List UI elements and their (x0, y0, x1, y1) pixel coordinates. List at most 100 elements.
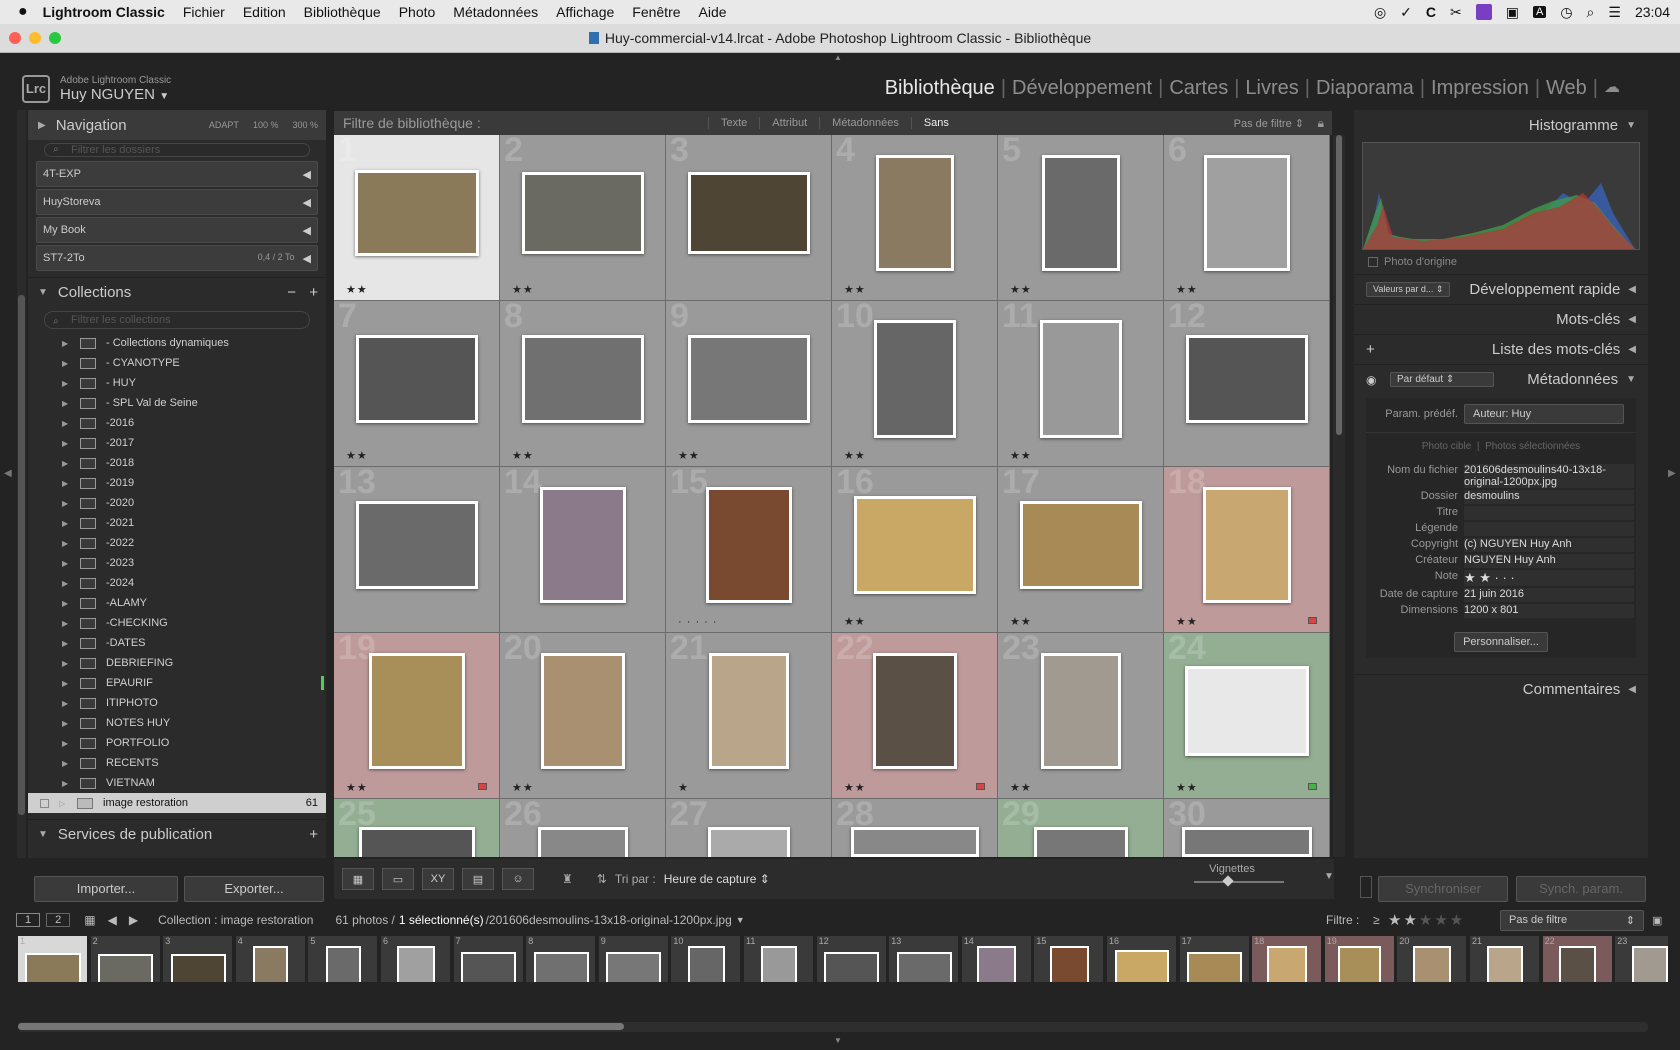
original-photo-toggle[interactable]: Photo d'origine (1368, 256, 1634, 268)
collection-item[interactable]: ▶ EPAURIF (28, 673, 326, 693)
photo-thumbnail[interactable] (541, 653, 625, 769)
expand-triangle-icon[interactable]: ▶ (62, 499, 70, 508)
star-rating[interactable]: ★★ (346, 449, 368, 462)
photo-thumbnail[interactable] (356, 501, 478, 589)
plus-icon[interactable]: + (309, 284, 318, 301)
filmstrip-cell[interactable]: 7★★ (453, 936, 524, 982)
film-thumbnail[interactable] (98, 953, 154, 982)
spotlight-icon[interactable]: ⌕ (1587, 4, 1595, 21)
collection-selected[interactable]: ▷ image restoration 61 (28, 793, 326, 813)
clock[interactable]: 23:04 (1635, 4, 1670, 20)
module-diaporama[interactable]: Diaporama (1310, 77, 1420, 100)
checkbox[interactable] (1368, 257, 1378, 267)
scissors-icon[interactable]: ✂ (1450, 4, 1462, 21)
metadata-value[interactable]: desmoulins (1464, 490, 1634, 504)
expand-triangle-icon[interactable]: ▶ (62, 619, 70, 628)
grid-cell[interactable]: 9 ★★ (666, 301, 832, 467)
green-label-icon[interactable] (1308, 783, 1317, 790)
filmstrip-cell[interactable]: 16★★ (1107, 936, 1177, 982)
quick-develop-header[interactable]: Valeurs par d... ⇕ Développement rapide ◀ (1354, 274, 1648, 304)
grid-cell[interactable]: 24 ★★ (1164, 633, 1330, 799)
filmstrip-cell[interactable]: 15· · · · · (1034, 936, 1105, 982)
filmstrip-cell[interactable]: 12 (816, 936, 887, 982)
keywords-header[interactable]: Mots-clés ◀ (1354, 304, 1648, 334)
collection-item[interactable]: ▶ - HUY (28, 373, 326, 393)
selected-photos[interactable]: Photos sélectionnées (1485, 441, 1580, 452)
photo-thumbnail[interactable] (355, 170, 479, 256)
quick-develop-preset[interactable]: Valeurs par d... ⇕ (1366, 282, 1451, 297)
collection-item[interactable]: ▶ -2024 (28, 573, 326, 593)
grid-scrollbar[interactable] (1333, 135, 1345, 857)
expand-triangle-icon[interactable]: ▶ (62, 679, 70, 688)
collection-item[interactable]: ▶ -CHECKING (28, 613, 326, 633)
menu-photo[interactable]: Photo (390, 4, 445, 20)
collection-item[interactable]: ▶ DEBRIEFING (28, 653, 326, 673)
collections-search-input[interactable]: ⌕ Filtrer les collections (44, 311, 310, 329)
metadata-value[interactable] (1464, 506, 1634, 520)
filter-sans[interactable]: Sans (910, 117, 961, 129)
filmstrip-cell[interactable]: 5★★ (308, 936, 379, 982)
film-thumbnail[interactable] (325, 946, 361, 982)
film-thumbnail[interactable] (1050, 946, 1089, 982)
photo-thumbnail[interactable] (688, 335, 810, 423)
zoom-300[interactable]: 300 % (292, 120, 318, 130)
user-menu[interactable]: Huy NGUYEN ▼ (60, 86, 171, 103)
module-livres[interactable]: Livres (1239, 77, 1304, 100)
film-thumbnail[interactable] (533, 952, 589, 982)
photo-thumbnail[interactable] (359, 827, 475, 857)
menu-aide[interactable]: Aide (690, 4, 736, 20)
photo-thumbnail[interactable] (1042, 155, 1120, 271)
grid-cell[interactable]: 3 (666, 135, 832, 301)
photo-thumbnail[interactable] (1020, 501, 1142, 589)
collection-item[interactable]: ▶ -2022 (28, 533, 326, 553)
grid-cell[interactable]: 18 ★★ (1164, 467, 1330, 633)
film-thumbnail[interactable] (687, 946, 725, 982)
filmstrip-cell[interactable]: 1★★ (18, 936, 88, 982)
filmstrip-cell[interactable]: 21★ (1470, 936, 1540, 982)
star-rating[interactable]: ★★ (1176, 781, 1198, 794)
expand-triangle-icon[interactable]: ▶ (62, 379, 70, 388)
metadata-value[interactable] (1464, 522, 1634, 536)
filmstrip-cell[interactable]: 13 (889, 936, 960, 982)
check-status-icon[interactable]: ✓ (1400, 4, 1412, 21)
grid-cell[interactable]: 4 ★★ (832, 135, 998, 301)
grid-cell[interactable]: 12 (1164, 301, 1330, 467)
collection-item[interactable]: ▶ - SPL Val de Seine (28, 393, 326, 413)
photo-thumbnail[interactable] (522, 335, 644, 423)
grid-cell[interactable]: 28 (832, 799, 998, 857)
star-rating[interactable]: ★★ (1010, 615, 1032, 628)
grid-cell[interactable]: 19 ★★ (334, 633, 500, 799)
photo-thumbnail[interactable] (1203, 487, 1291, 603)
histogram-header[interactable]: Histogramme ▼ (1354, 110, 1648, 140)
plus-icon[interactable]: + (1366, 341, 1375, 358)
expand-triangle-icon[interactable]: ▶ (62, 659, 70, 668)
grid-cell[interactable]: 20 ★★ (500, 633, 666, 799)
bottom-panel-toggle[interactable]: ▼ (834, 1036, 842, 1045)
filmstrip-scrollbar[interactable] (18, 1022, 1648, 1032)
menu-app-name[interactable]: Lightroom Classic (37, 4, 174, 20)
grid-cell[interactable]: 10 ★★ (832, 301, 998, 467)
star-rating[interactable]: ★★ (512, 449, 534, 462)
filmstrip-cell[interactable]: 20★★ (1397, 936, 1468, 982)
star-rating[interactable]: ★★ (346, 283, 368, 296)
toolbar-menu-icon[interactable]: ▼ (1324, 871, 1334, 882)
film-thumbnail[interactable] (1487, 946, 1523, 982)
minimize-window-button[interactable] (29, 32, 41, 44)
metadata-value[interactable]: 21 juin 2016 (1464, 588, 1634, 602)
photo-thumbnail[interactable] (356, 335, 478, 423)
close-window-button[interactable] (9, 32, 21, 44)
comments-header[interactable]: Commentaires ◀ (1354, 674, 1648, 704)
filmstrip-cell[interactable]: 17★★ (1179, 936, 1250, 982)
grid-cell[interactable]: 2 ★★ (500, 135, 666, 301)
photo-thumbnail[interactable] (873, 653, 957, 769)
grid-cell[interactable]: 14 (500, 467, 666, 633)
module-impression[interactable]: Impression (1425, 77, 1535, 100)
minus-icon[interactable]: − (287, 284, 296, 301)
expand-triangle-icon[interactable]: ▶ (62, 479, 70, 488)
collection-item[interactable]: ▶ PORTFOLIO (28, 733, 326, 753)
photo-thumbnail[interactable] (540, 487, 626, 603)
zoom-window-button[interactable] (49, 32, 61, 44)
checkbox[interactable] (40, 798, 49, 808)
red-label-icon[interactable] (976, 783, 985, 790)
grid-cell[interactable]: 29 (998, 799, 1164, 857)
